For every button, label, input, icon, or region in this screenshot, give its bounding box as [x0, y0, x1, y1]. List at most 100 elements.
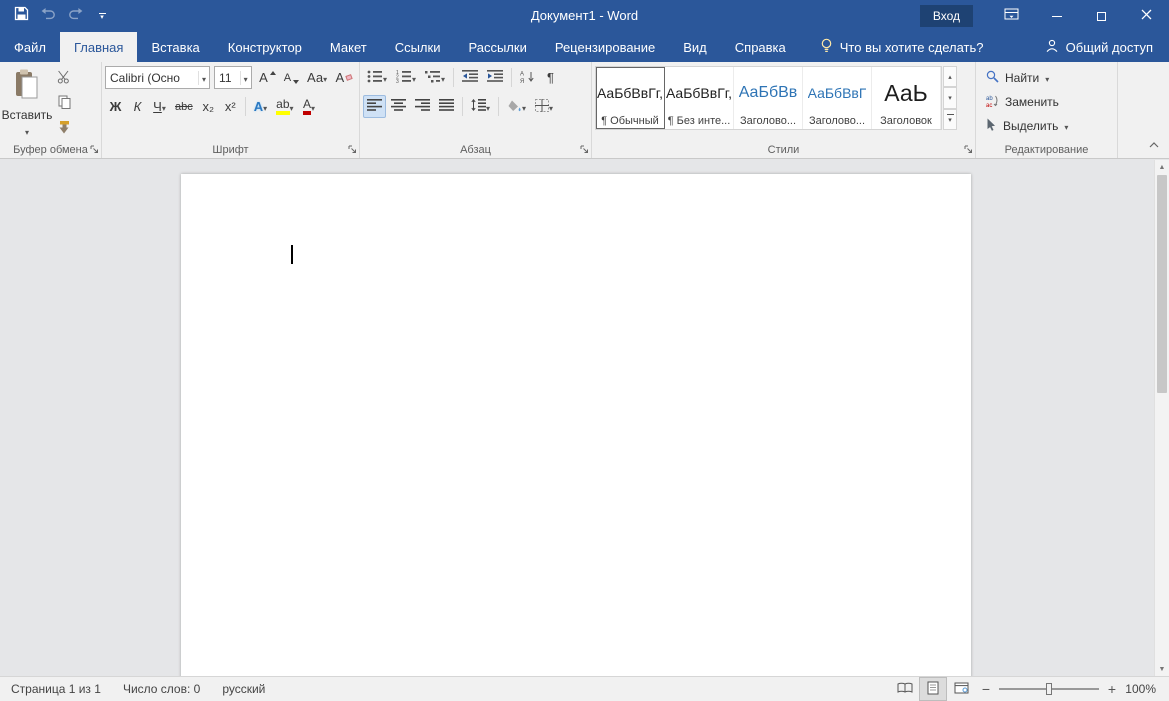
- tab-insert[interactable]: Вставка: [137, 32, 213, 62]
- style-name: ¶ Обычный: [601, 115, 659, 127]
- tab-home[interactable]: Главная: [60, 32, 137, 62]
- paragraph-group: "123 АЯ: [360, 62, 592, 158]
- chevron-down-icon: [25, 122, 29, 140]
- font-name-combobox[interactable]: Calibri (Осно: [105, 66, 210, 89]
- underline-button[interactable]: Ч: [149, 95, 170, 118]
- text-effects-button[interactable]: А: [250, 95, 271, 118]
- align-left-button[interactable]: [363, 95, 386, 118]
- web-layout-button[interactable]: [947, 677, 975, 701]
- cut-button[interactable]: [51, 68, 77, 91]
- align-center-button[interactable]: [387, 95, 410, 118]
- scrollbar-thumb[interactable]: [1157, 175, 1167, 393]
- style-item-no-spacing[interactable]: АаБбВвГг, ¶ Без инте...: [665, 67, 734, 129]
- shading-button[interactable]: [503, 95, 530, 118]
- tab-help[interactable]: Справка: [721, 32, 800, 62]
- style-item-heading2[interactable]: АаБбВвГ Заголово...: [803, 67, 872, 129]
- styles-group-label: Стили: [592, 144, 975, 156]
- bold-button[interactable]: Ж: [105, 95, 126, 118]
- titlebar: Документ1 - Word Вход: [0, 0, 1169, 32]
- tab-file[interactable]: Файл: [0, 32, 60, 62]
- change-case-button[interactable]: Аа: [304, 66, 331, 89]
- undo-button[interactable]: [36, 4, 60, 28]
- select-button[interactable]: Выделить: [986, 116, 1114, 136]
- paint-bucket-icon: [507, 99, 522, 115]
- align-right-button[interactable]: [411, 95, 434, 118]
- tab-review[interactable]: Рецензирование: [541, 32, 669, 62]
- style-item-normal[interactable]: АаБбВвГг, ¶ Обычный: [596, 67, 665, 129]
- font-dialog-launcher[interactable]: [347, 145, 357, 155]
- close-button[interactable]: [1124, 0, 1169, 32]
- word-count[interactable]: Число слов: 0: [112, 682, 211, 696]
- zoom-level[interactable]: 100%: [1123, 682, 1169, 696]
- bullets-button[interactable]: [363, 66, 391, 89]
- paste-button[interactable]: Вставить: [3, 66, 51, 142]
- minimize-button[interactable]: [1034, 0, 1079, 32]
- justify-button[interactable]: [435, 95, 458, 118]
- style-item-title[interactable]: АаЬ Заголовок: [872, 67, 941, 129]
- replace-label: Заменить: [1005, 95, 1059, 109]
- font-size-combobox[interactable]: 11: [214, 66, 252, 89]
- zoom-slider[interactable]: [999, 677, 1099, 701]
- font-group: Calibri (Осно 11 А А Аа А Ж К Ч: [102, 62, 360, 158]
- scroll-up-icon[interactable]: ▲: [1155, 160, 1169, 174]
- ribbon-display-options-button[interactable]: [989, 0, 1034, 32]
- language-indicator[interactable]: русский: [211, 682, 276, 696]
- replace-button[interactable]: abac Заменить: [986, 92, 1114, 112]
- paragraph-dialog-launcher[interactable]: [579, 145, 589, 155]
- web-layout-icon: [954, 682, 969, 697]
- multilevel-list-button[interactable]: [421, 66, 449, 89]
- tell-me-box[interactable]: Что вы хотите сделать?: [820, 32, 984, 62]
- zoom-thumb[interactable]: [1046, 683, 1052, 695]
- document-page[interactable]: [181, 174, 971, 676]
- styles-more-button[interactable]: [943, 109, 957, 130]
- eraser-icon: [345, 74, 352, 81]
- tab-layout[interactable]: Макет: [316, 32, 381, 62]
- numbering-button[interactable]: "123: [392, 66, 420, 89]
- redo-button[interactable]: [63, 4, 87, 28]
- decrease-indent-button[interactable]: [458, 66, 482, 89]
- clipboard-dialog-launcher[interactable]: [89, 145, 99, 155]
- borders-button[interactable]: [531, 95, 557, 118]
- font-color-button[interactable]: А: [299, 95, 320, 118]
- styles-scroll-down-button[interactable]: [943, 87, 957, 108]
- show-formatting-marks-button[interactable]: ¶: [540, 66, 561, 89]
- find-button[interactable]: Найти: [986, 68, 1114, 88]
- shrink-font-button[interactable]: А: [280, 66, 302, 89]
- superscript-button[interactable]: x²: [220, 95, 241, 118]
- tab-mailings[interactable]: Рассылки: [454, 32, 540, 62]
- scroll-down-icon[interactable]: ▼: [1155, 662, 1169, 676]
- line-spacing-button[interactable]: [467, 95, 494, 118]
- clear-formatting-button[interactable]: А: [331, 66, 356, 89]
- page-indicator[interactable]: Страница 1 из 1: [0, 682, 112, 696]
- print-layout-button[interactable]: [919, 677, 947, 701]
- tab-design[interactable]: Конструктор: [214, 32, 316, 62]
- vertical-scrollbar[interactable]: ▲ ▼: [1154, 160, 1169, 676]
- styles-scroll-up-button[interactable]: [943, 66, 957, 87]
- tab-view[interactable]: Вид: [669, 32, 721, 62]
- strikethrough-button[interactable]: abc: [171, 95, 197, 118]
- grow-font-button[interactable]: А: [256, 66, 280, 89]
- increase-indent-button[interactable]: [483, 66, 507, 89]
- zoom-out-button[interactable]: −: [975, 677, 997, 701]
- styles-dialog-launcher[interactable]: [963, 145, 973, 155]
- tab-references[interactable]: Ссылки: [381, 32, 455, 62]
- style-item-heading1[interactable]: АаБбВв Заголово...: [734, 67, 803, 129]
- highlight-button[interactable]: ab: [272, 95, 297, 118]
- subscript-button[interactable]: x₂: [198, 95, 219, 118]
- italic-button[interactable]: К: [127, 95, 148, 118]
- save-button[interactable]: [9, 4, 33, 28]
- bullets-icon: [367, 70, 383, 86]
- format-painter-button[interactable]: [51, 118, 77, 141]
- zoom-in-button[interactable]: +: [1101, 677, 1123, 701]
- sign-in-button[interactable]: Вход: [920, 5, 973, 27]
- maximize-button[interactable]: [1079, 0, 1124, 32]
- collapse-ribbon-button[interactable]: [1149, 135, 1159, 153]
- customize-qat-button[interactable]: [90, 4, 114, 28]
- sort-button[interactable]: АЯ: [516, 66, 539, 89]
- more-bar-icon: [947, 114, 954, 115]
- read-mode-button[interactable]: [891, 677, 919, 701]
- copy-button[interactable]: [51, 93, 77, 116]
- chevron-down-icon: [290, 99, 294, 114]
- share-button[interactable]: Общий доступ: [1045, 32, 1169, 62]
- font-group-label: Шрифт: [102, 144, 359, 156]
